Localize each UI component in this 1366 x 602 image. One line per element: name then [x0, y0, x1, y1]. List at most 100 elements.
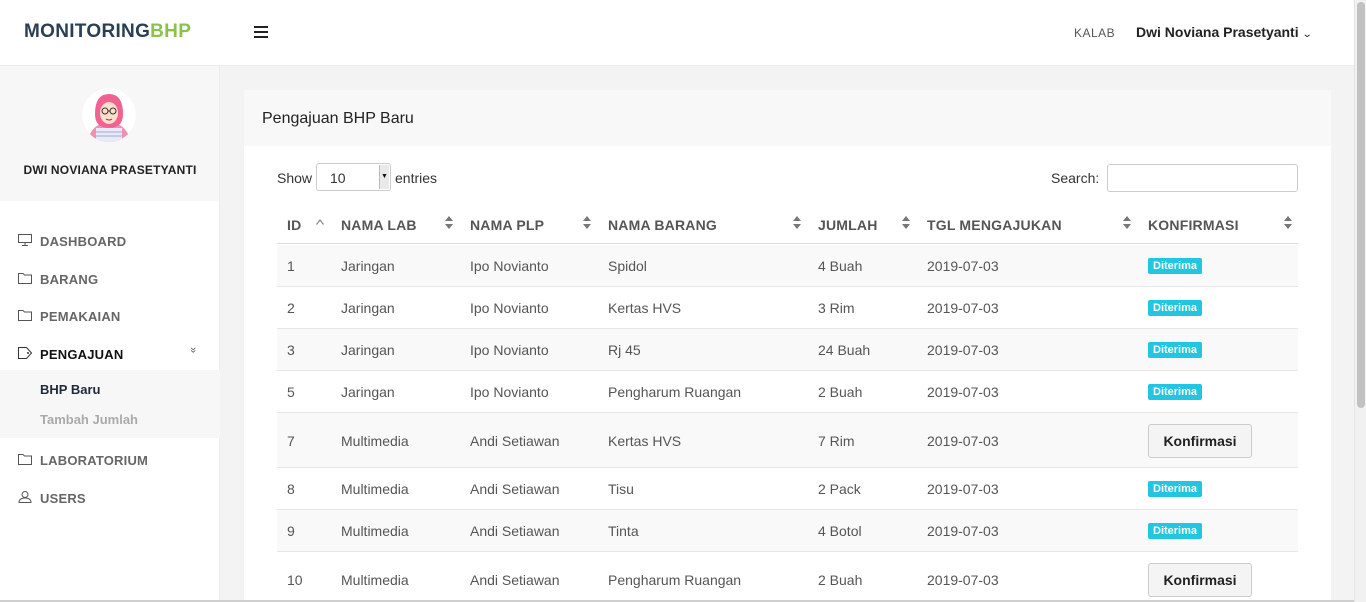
- cell-jumlah: 4 Buah: [818, 258, 863, 274]
- sidebar-item-label: USERS: [40, 491, 86, 506]
- folder-icon: [18, 454, 32, 465]
- submenu-item-bhp-baru[interactable]: BHP Baru: [40, 382, 100, 397]
- user-name: Dwi Noviana Prasetyanti: [1136, 24, 1299, 40]
- sidebar-item-label: PENGAJUAN: [40, 347, 124, 362]
- col-header-nama-barang[interactable]: NAMA BARANG: [608, 217, 717, 233]
- sidebar-item-label: LABORATORIUM: [40, 453, 149, 468]
- cell-nama-plp: Andi Setiawan: [470, 523, 560, 539]
- sort-icon[interactable]: [583, 216, 591, 230]
- page-title: Pengajuan BHP Baru: [262, 110, 414, 127]
- cell-nama-barang: Kertas HVS: [608, 432, 682, 449]
- status-badge: Diterima: [1148, 522, 1203, 539]
- cell-jumlah: 2 Buah: [818, 571, 863, 588]
- entries-select[interactable]: 10 ▼: [316, 163, 391, 191]
- sidebar-item-label: BARANG: [40, 272, 99, 287]
- cell-nama-lab: Jaringan: [341, 384, 395, 400]
- cell-tgl-mengajukan: 2019-07-03: [927, 432, 999, 449]
- sort-icon[interactable]: [793, 216, 801, 230]
- cell-nama-plp: Ipo Novianto: [470, 384, 549, 400]
- brand-text-monitoring: MONITORING: [24, 21, 151, 42]
- user-role-label: KALAB: [1074, 26, 1116, 40]
- sidebar: DWI NOVIANA PRASETYANTI DASHBOARD BARANG…: [0, 66, 220, 602]
- table-row: 9 Multimedia Andi Setiawan Tinta 4 Botol 2019…: [277, 510, 1298, 552]
- cell-tgl-mengajukan: 2019-07-03: [927, 384, 999, 400]
- cell-nama-plp: Andi Setiawan: [470, 571, 560, 588]
- chevron-double-down-icon: »: [187, 346, 200, 354]
- sidebar-item-pengajuan[interactable]: PENGAJUAN »: [0, 341, 220, 365]
- col-header-nama-plp[interactable]: NAMA PLP: [470, 217, 544, 233]
- cell-jumlah: 2 Buah: [818, 384, 863, 400]
- cell-nama-barang: Tinta: [608, 523, 639, 539]
- cell-tgl-mengajukan: 2019-07-03: [927, 342, 999, 358]
- avatar: [82, 88, 136, 142]
- cell-nama-lab: Jaringan: [341, 258, 395, 274]
- col-header-id[interactable]: ID: [287, 217, 301, 233]
- cell-jumlah: 3 Rim: [818, 300, 855, 316]
- sidebar-item-barang[interactable]: BARANG: [0, 266, 220, 290]
- sort-icon[interactable]: [445, 216, 453, 230]
- table-row: 8 Multimedia Andi Setiawan Tisu 2 Pack 2019-0…: [277, 468, 1298, 510]
- sidebar-item-users[interactable]: USERS: [0, 485, 220, 509]
- cell-nama-barang: Pengharum Ruangan: [608, 384, 742, 400]
- profile-section: DWI NOVIANA PRASETYANTI: [0, 66, 219, 201]
- sort-icon[interactable]: [1284, 216, 1292, 230]
- cell-nama-plp: Ipo Novianto: [470, 258, 549, 274]
- cell-id: 1: [287, 258, 295, 274]
- cell-id: 10: [287, 571, 303, 588]
- col-header-tgl-mengajukan[interactable]: TGL MENGAJUKAN: [927, 217, 1062, 233]
- sort-icon[interactable]: [902, 216, 910, 230]
- menu-toggle-icon[interactable]: [254, 26, 268, 38]
- cell-jumlah: 2 Pack: [818, 481, 861, 497]
- col-header-nama-lab[interactable]: NAMA LAB: [341, 217, 417, 233]
- sidebar-item-laboratorium[interactable]: LABORATORIUM: [0, 447, 220, 471]
- cell-id: 8: [287, 481, 295, 497]
- konfirmasi-button[interactable]: Konfirmasi: [1148, 423, 1252, 458]
- search-input[interactable]: [1107, 164, 1298, 192]
- table-header: ID NAMA LAB NAMA PLP NAMA BARANG JUMLAH …: [277, 206, 1298, 244]
- data-table: ID NAMA LAB NAMA PLP NAMA BARANG JUMLAH …: [277, 206, 1298, 597]
- entries-label: entries: [395, 170, 438, 186]
- cell-nama-plp: Ipo Novianto: [470, 300, 549, 316]
- vertical-scrollbar[interactable]: [1354, 0, 1366, 602]
- cell-nama-lab: Multimedia: [341, 481, 409, 497]
- status-badge: Diterima: [1148, 480, 1203, 497]
- monitor-icon: [18, 234, 32, 246]
- pengajuan-submenu: BHP Baru Tambah Jumlah: [0, 370, 220, 438]
- cell-id: 2: [287, 300, 295, 316]
- search-label: Search:: [1051, 170, 1100, 186]
- table-row: 10 Multimedia Andi Setiawan Pengharum Ruang…: [277, 552, 1298, 602]
- sidebar-item-label: DASHBOARD: [40, 234, 127, 249]
- status-badge: Diterima: [1148, 299, 1203, 316]
- user-dropdown[interactable]: Dwi Noviana Prasetyanti ⌄: [1136, 24, 1313, 40]
- sort-asc-icon[interactable]: [316, 219, 324, 225]
- cell-jumlah: 7 Rim: [818, 432, 855, 449]
- sidebar-item-label: PEMAKAIAN: [40, 309, 121, 324]
- konfirmasi-button[interactable]: Konfirmasi: [1148, 562, 1252, 597]
- sidebar-item-pemakaian[interactable]: PEMAKAIAN: [0, 303, 220, 327]
- entries-select-value: 10: [330, 170, 346, 186]
- cell-nama-lab: Multimedia: [341, 432, 409, 449]
- panel-header: Pengajuan BHP Baru: [244, 90, 1331, 146]
- submenu-item-tambah-jumlah[interactable]: Tambah Jumlah: [40, 412, 138, 427]
- col-header-konfirmasi[interactable]: KONFIRMASI: [1148, 217, 1239, 233]
- cell-nama-lab: Jaringan: [341, 300, 395, 316]
- cell-nama-barang: Spidol: [608, 258, 647, 274]
- brand-text-bhp: BHP: [150, 21, 192, 42]
- folder-icon: [18, 310, 32, 321]
- brand-logo[interactable]: MONITORINGBHP: [24, 21, 191, 43]
- chevron-down-icon: ⌄: [1301, 29, 1313, 40]
- table-row: 7 Multimedia Andi Setiawan Kertas HVS 7 Rim 2…: [277, 413, 1298, 468]
- show-label: Show: [277, 170, 313, 186]
- scrollbar-thumb[interactable]: [1357, 2, 1365, 408]
- cell-jumlah: 24 Buah: [818, 342, 871, 358]
- cell-tgl-mengajukan: 2019-07-03: [927, 300, 999, 316]
- cell-id: 3: [287, 342, 295, 358]
- table-row: 5 Jaringan Ipo Novianto Pengharum Ruangan 2 …: [277, 371, 1298, 413]
- cell-id: 9: [287, 523, 295, 539]
- col-header-jumlah[interactable]: JUMLAH: [818, 217, 878, 233]
- table-row: 2 Jaringan Ipo Novianto Kertas HVS 3 Rim 2019…: [277, 287, 1298, 329]
- cell-tgl-mengajukan: 2019-07-03: [927, 523, 999, 539]
- sort-icon[interactable]: [1123, 216, 1131, 230]
- sidebar-item-dashboard[interactable]: DASHBOARD: [0, 228, 220, 252]
- cell-tgl-mengajukan: 2019-07-03: [927, 258, 999, 274]
